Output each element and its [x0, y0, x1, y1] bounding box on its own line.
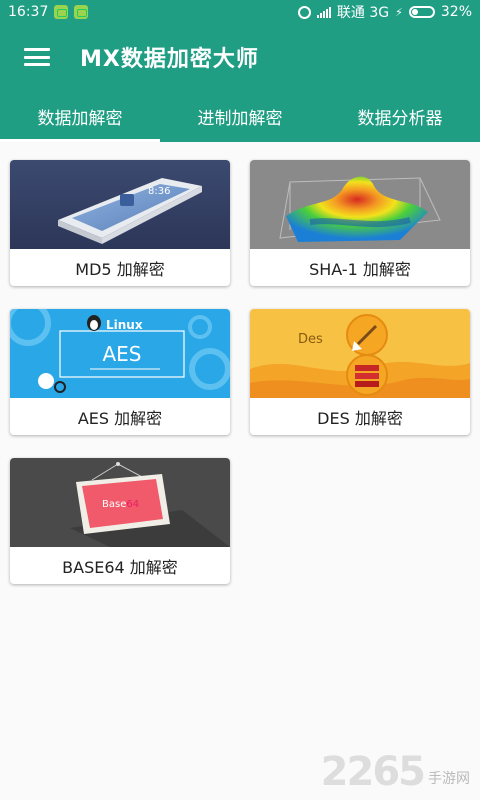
app-bar: MX数据加密大师 [0, 24, 480, 90]
des-text: Des [298, 332, 323, 347]
aes-card[interactable]: Linux AES AES 加解密 [10, 309, 230, 435]
phone-time-text: 8:36 [148, 186, 170, 197]
linux-aes-icon: Linux AES [10, 309, 230, 398]
des-icon: Des [250, 309, 470, 398]
base64-text: Base64 [102, 499, 139, 510]
charging-icon: ⚡ [395, 5, 403, 19]
status-bar: 16:37 联通 3G ⚡ 32% [0, 0, 480, 24]
app-notification-icon-2 [74, 5, 89, 19]
tab-data-analyzer[interactable]: 数据分析器 [320, 90, 480, 142]
battery-percent: 32% [440, 4, 472, 20]
md5-card-label: MD5 加解密 [75, 259, 165, 279]
md5-card[interactable]: 8:36 MD5 加解密 [10, 160, 230, 286]
carrier-label: 联通 3G [336, 5, 390, 21]
tab-bar: 数据加解密 进制加解密 数据分析器 [0, 90, 480, 142]
surface-plot-icon [250, 160, 470, 249]
sha1-card[interactable]: SHA-1 加解密 [250, 160, 470, 286]
status-time: 16:37 [8, 4, 49, 20]
watermark-text: 手游网 [428, 771, 470, 787]
watermark: 2265 手游网 [321, 752, 470, 792]
aes-title-text: AES [102, 342, 141, 366]
sha1-card-label: SHA-1 加解密 [309, 259, 411, 279]
watermark-number: 2265 [320, 749, 426, 795]
alarm-icon [297, 5, 311, 19]
phone-image-icon: 8:36 [10, 160, 230, 249]
battery-icon [408, 6, 435, 18]
aes-card-label: AES 加解密 [77, 408, 163, 428]
base64-card-label: BASE64 加解密 [62, 557, 178, 577]
base64-card[interactable]: Base64 BASE64 加解密 [10, 458, 230, 584]
app-notification-icon [54, 5, 69, 19]
linux-brand-text: Linux [106, 318, 143, 332]
hamburger-menu-icon[interactable] [24, 48, 50, 66]
des-card-label: DES 加解密 [317, 408, 403, 428]
app-title: MX数据加密大师 [80, 47, 259, 72]
des-card[interactable]: Des DES 加解密 [250, 309, 470, 435]
base64-frame-icon: Base64 [10, 458, 230, 547]
tab-radix-crypto[interactable]: 进制加解密 [160, 90, 320, 142]
tab-data-crypto[interactable]: 数据加解密 [0, 90, 160, 142]
signal-icon [316, 6, 331, 18]
